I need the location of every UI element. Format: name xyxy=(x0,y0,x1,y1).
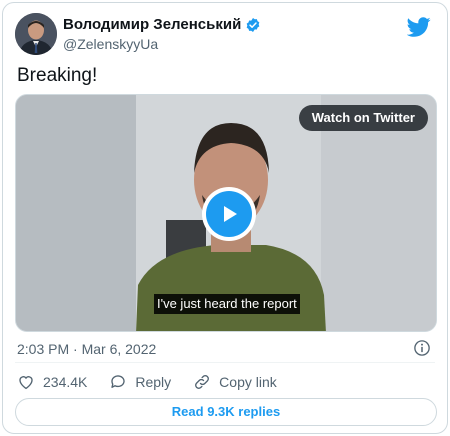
read-replies-button[interactable]: Read 9.3K replies xyxy=(15,398,437,426)
video-caption: I've just heard the report xyxy=(154,294,300,314)
author-block: Володимир Зеленський @ZelenskyyUa xyxy=(63,16,261,52)
action-bar: 234.4K Reply Copy link xyxy=(17,373,299,391)
like-count: 234.4K xyxy=(43,374,88,390)
copy-link-label: Copy link xyxy=(219,374,277,390)
verified-badge-icon xyxy=(246,17,260,32)
avatar[interactable] xyxy=(15,13,57,55)
tweet-text: Breaking! xyxy=(17,65,98,86)
info-icon[interactable] xyxy=(413,339,431,357)
tweet-card: Володимир Зеленський @ZelenskyyUa Breaki… xyxy=(2,2,448,434)
twitter-bird-icon[interactable] xyxy=(407,15,431,39)
avatar-image xyxy=(15,13,57,55)
watch-on-twitter-button[interactable]: Watch on Twitter xyxy=(298,105,428,131)
heart-icon xyxy=(19,376,33,390)
play-button[interactable] xyxy=(202,187,256,241)
copy-link-button[interactable]: Copy link xyxy=(193,373,277,391)
reply-label: Reply xyxy=(135,374,172,390)
reply-button[interactable]: Reply xyxy=(109,373,171,391)
author-display-name[interactable]: Володимир Зеленський xyxy=(63,16,241,33)
link-icon xyxy=(195,375,210,389)
reply-icon xyxy=(111,375,126,388)
like-button[interactable]: 234.4K xyxy=(17,373,87,391)
divider xyxy=(15,362,435,363)
author-handle[interactable]: @ZelenskyyUa xyxy=(63,36,261,52)
play-button-circle xyxy=(206,191,252,237)
author-name-row[interactable]: Володимир Зеленський xyxy=(63,16,261,33)
play-icon xyxy=(224,206,237,222)
tweet-timestamp[interactable]: 2:03 PM · Mar 6, 2022 xyxy=(17,341,156,357)
video-player[interactable]: Watch on Twitter I've just heard the rep… xyxy=(15,94,437,332)
